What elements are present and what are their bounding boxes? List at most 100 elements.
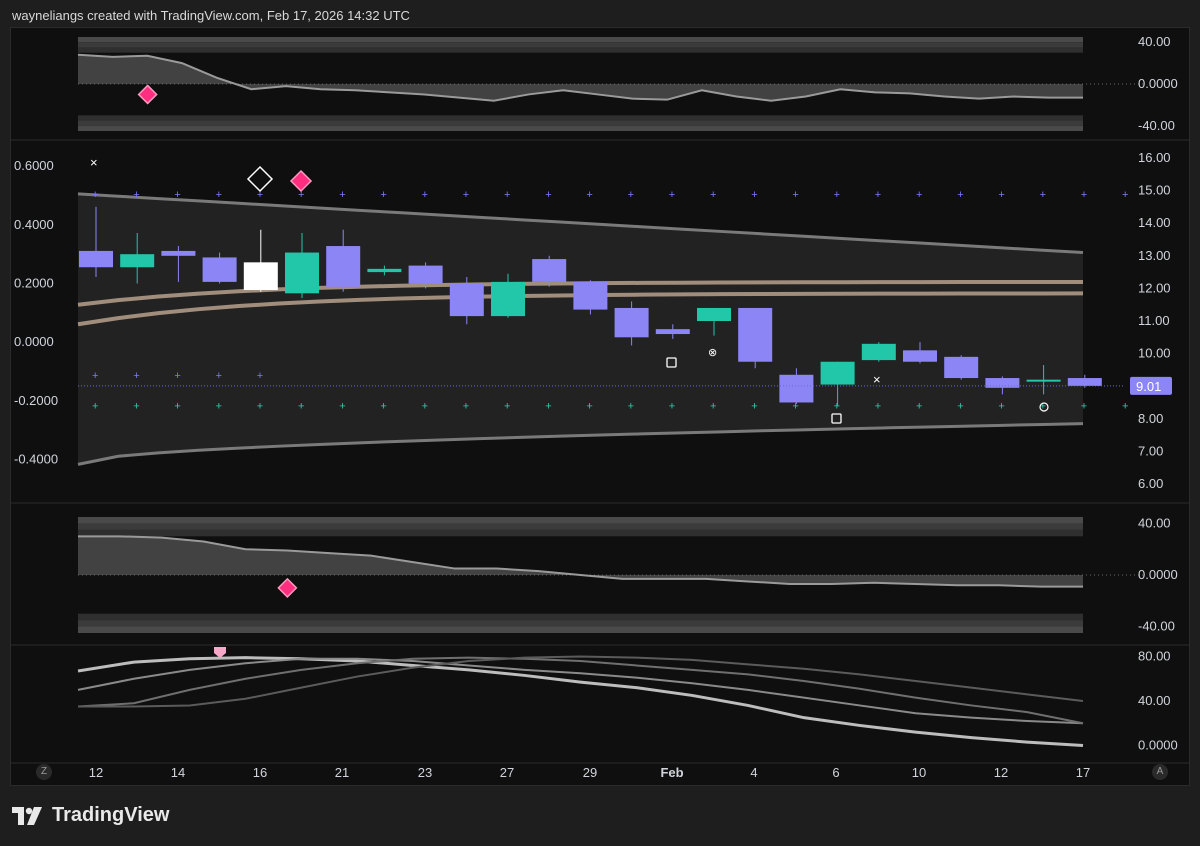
trailing-stop-dot: + <box>422 401 428 413</box>
trailing-stop-dot: + <box>339 189 345 201</box>
candle-body <box>326 246 361 287</box>
trailing-stop-dot: + <box>669 189 675 201</box>
candle-body <box>1067 378 1102 386</box>
trailing-stop-dot: + <box>628 401 634 413</box>
top-oscillator-panel: 40.00 0.0000 -40.00 <box>77 34 1178 133</box>
y-tick-label: 0.0000 <box>1138 76 1178 91</box>
tradingview-logo-icon <box>12 806 42 825</box>
candle-body <box>820 361 855 385</box>
x-tick-label: 4 <box>750 765 757 780</box>
candle-body <box>573 281 608 310</box>
x-tick-label: 6 <box>832 765 839 780</box>
trailing-stop-dot: + <box>875 401 881 413</box>
band-zone <box>78 620 1083 627</box>
time-axis[interactable]: 12 14 16 21 23 27 29 Feb 4 6 10 12 17 <box>89 765 1090 780</box>
candle-body <box>491 281 525 317</box>
trailing-stop-dot: + <box>380 189 386 201</box>
signal-diamond-marker <box>277 577 298 598</box>
trailing-stop-dot: + <box>545 401 551 413</box>
x-tick-label: 10 <box>912 765 926 780</box>
trailing-stop-dot: + <box>957 401 963 413</box>
band-zone <box>78 47 1083 53</box>
candle-body <box>367 268 402 273</box>
trailing-stop-dot: + <box>422 189 428 201</box>
trailing-stop-dot: + <box>92 370 98 382</box>
ribbon-line <box>77 657 1084 725</box>
trailing-stop-dot: + <box>133 189 139 201</box>
y-tick-label: -40.00 <box>1138 118 1175 133</box>
trailing-stop-dot: + <box>380 401 386 413</box>
trailing-stop-dot: + <box>174 401 180 413</box>
trailing-stop-dot: + <box>1040 189 1046 201</box>
brand-name: TradingView <box>52 804 170 826</box>
band-zone <box>78 125 1083 131</box>
trailing-stop-dot: + <box>792 189 798 201</box>
trailing-stop-dot: + <box>463 401 469 413</box>
envelope-band <box>78 193 1083 465</box>
trailing-stop-dot: + <box>586 189 592 201</box>
trailing-stop-dot: + <box>504 189 510 201</box>
trailing-stop-dot: + <box>916 189 922 201</box>
left-y-tick-label: -0.2000 <box>14 393 58 408</box>
band-zone <box>78 42 1083 48</box>
x-tick-label: 16 <box>253 765 267 780</box>
trailing-stop-dot: + <box>504 401 510 413</box>
middle-oscillator-panel: 40.00 0.0000 -40.00 <box>78 515 1178 634</box>
chart-canvas[interactable]: 40.00 0.0000 -40.00 + + + + + + + + + + + + + + + + + + + + + +… <box>10 27 1190 786</box>
y-tick-label: 40.00 <box>1138 515 1171 530</box>
y-tick-label: 16.00 <box>1138 150 1171 165</box>
zoom-reset-button[interactable]: Z <box>36 764 52 780</box>
y-tick-label: 10.00 <box>1138 346 1171 361</box>
candle-body <box>779 374 814 403</box>
x-tick-label: 23 <box>418 765 432 780</box>
y-tick-label: 40.00 <box>1138 34 1171 49</box>
trailing-stop-dot: + <box>751 401 757 413</box>
chart-attribution: wayneliangs created with TradingView.com… <box>12 8 410 23</box>
auto-scale-button[interactable]: A <box>1152 764 1168 780</box>
last-price-label: 9.01 <box>1136 379 1161 394</box>
x-tick-label: 17 <box>1076 765 1090 780</box>
y-tick-label: 7.00 <box>1138 443 1163 458</box>
y-tick-label: 8.00 <box>1138 411 1163 426</box>
left-y-tick-label: 0.6000 <box>14 158 54 173</box>
x-tick-label: 21 <box>335 765 349 780</box>
band-zone <box>78 626 1083 633</box>
trailing-stop-dot: + <box>751 189 757 201</box>
trailing-stop-dot: + <box>216 370 222 382</box>
trailing-stop-dot: + <box>92 401 98 413</box>
y-tick-label: 12.00 <box>1138 280 1171 295</box>
y-tick-label: 15.00 <box>1138 183 1171 198</box>
band-zone <box>78 120 1083 126</box>
x-tick-label: 14 <box>171 765 185 780</box>
y-tick-label: 11.00 <box>1138 313 1170 328</box>
trailing-stop-dot: + <box>628 189 634 201</box>
trailing-stop-dot: + <box>875 189 881 201</box>
candle-body <box>614 307 649 338</box>
candle-body <box>1026 379 1061 382</box>
band-zone <box>78 613 1083 621</box>
x-tick-label: Feb <box>660 765 683 780</box>
candle-body <box>738 307 773 362</box>
candle-body <box>285 252 319 294</box>
y-tick-label: 80.00 <box>1138 649 1171 664</box>
left-y-tick-label: 0.2000 <box>14 276 54 291</box>
y-tick-label: 0.0000 <box>1138 567 1178 582</box>
trailing-stop-dot: + <box>174 370 180 382</box>
trailing-stop-dot: + <box>339 401 345 413</box>
candle-body <box>161 250 196 256</box>
candle-body <box>408 265 443 284</box>
trailing-stop-dot: + <box>298 401 304 413</box>
y-tick-label: 40.00 <box>1138 693 1171 708</box>
y-tick-label: 0.0000 <box>1138 737 1178 752</box>
candle-body <box>79 250 113 268</box>
cross-marker: × <box>90 155 98 170</box>
footer-branding: TradingView <box>12 804 169 827</box>
candle-body <box>655 329 690 335</box>
candle-body <box>243 262 278 291</box>
trailing-stop-dot: + <box>1122 401 1128 413</box>
y-tick-label: 14.00 <box>1138 215 1171 230</box>
x-tick-label: 12 <box>994 765 1008 780</box>
band-zone <box>78 523 1083 530</box>
y-tick-label: -40.00 <box>1138 619 1175 634</box>
candle-body <box>944 356 979 379</box>
